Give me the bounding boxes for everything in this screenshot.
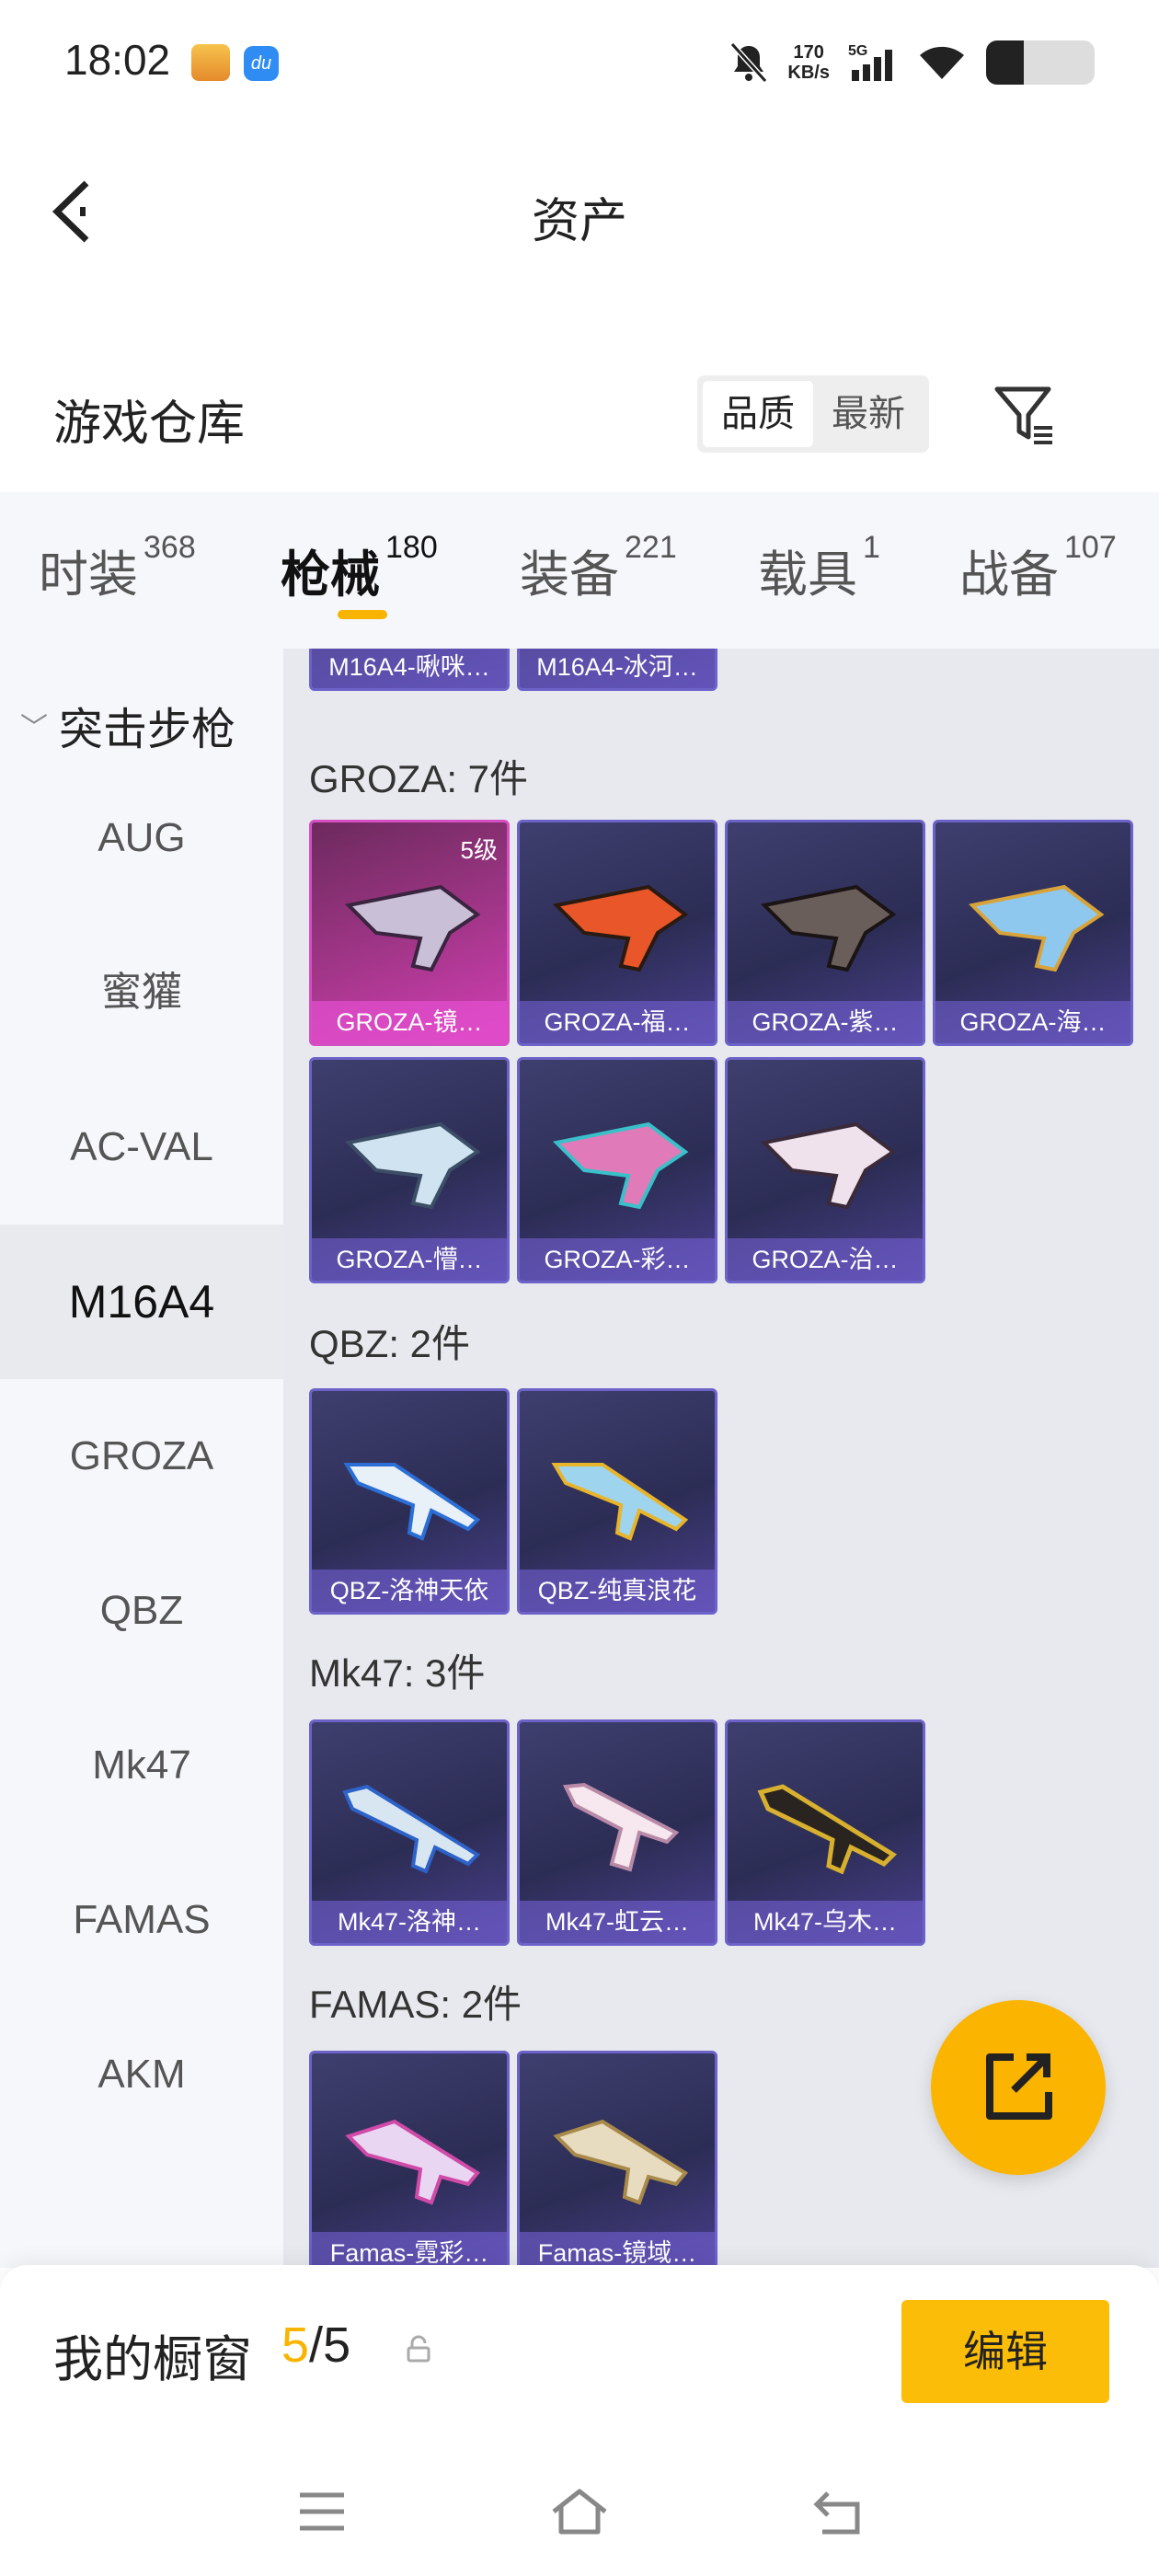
sort-newest-option[interactable]: 最新 (813, 381, 924, 447)
sidebar-item-ac-val[interactable]: AC-VAL (0, 1070, 283, 1225)
weapon-sidebar: ﹀ 突击步枪 AUG 蜜獾 AC-VAL M16A4 GROZA QBZ Mk4… (0, 649, 283, 2268)
section-title-groza: GROZA: 7件 (309, 757, 529, 800)
section-title-famas: FAMAS: 2件 (309, 1983, 522, 2026)
back-icon[interactable] (809, 2486, 868, 2537)
wifi-icon (920, 46, 964, 79)
gun-image (345, 2119, 481, 2205)
showcase-count: 5/5 (281, 2317, 351, 2373)
status-indicators: 170 KB/s 5G (729, 37, 1095, 88)
sort-toggle: 品质 最新 (697, 375, 929, 453)
sidebar-item-qbz[interactable]: QBZ (0, 1534, 283, 1688)
weapon-card[interactable]: Mk47-乌木… (725, 1719, 925, 1946)
sidebar-item-famas[interactable]: FAMAS (0, 1843, 283, 1997)
weapon-name: Famas-霓彩… (312, 2232, 507, 2268)
weapon-card[interactable]: GROZA-彩… (517, 1057, 717, 1283)
weapon-card[interactable]: Famas-镜域… (517, 2051, 717, 2268)
sidebar-item-akm[interactable]: AKM (0, 1997, 283, 2152)
gun-image (553, 2119, 689, 2205)
gun-image (757, 1784, 898, 1875)
tab-equipment[interactable]: 装备 221 (520, 530, 677, 606)
weapon-card[interactable]: 5级 GROZA-镜… (309, 820, 510, 1046)
gun-image (562, 1782, 680, 1872)
edit-button[interactable]: 编辑 (901, 2300, 1109, 2403)
weapon-name: M16A4-啾咪… (312, 649, 507, 688)
weapon-card[interactable]: GROZA-紫… (725, 820, 925, 1046)
weapon-card[interactable]: GROZA-治… (725, 1057, 925, 1283)
showcase-bar: 我的橱窗 5/5 编辑 (0, 2265, 1159, 2449)
weapon-card[interactable]: Famas-霓彩… (309, 2051, 510, 2268)
menu-icon[interactable] (294, 2486, 350, 2537)
weapon-card[interactable]: M16A4-冰河… (517, 649, 717, 691)
system-nav-bar (0, 2449, 1159, 2576)
sidebar-item-m16a4[interactable]: M16A4 (0, 1225, 283, 1379)
weapon-name: GROZA-紫… (728, 1001, 923, 1043)
share-icon (986, 2053, 1052, 2120)
filter-icon[interactable] (992, 382, 1058, 448)
svg-text:5G: 5G (848, 43, 867, 59)
status-time: 18:02 (64, 36, 171, 84)
signal-icon: 5G (848, 43, 892, 81)
weapon-card[interactable]: Mk47-洛神… (309, 1719, 510, 1946)
weapon-card[interactable]: GROZA-海… (933, 820, 1133, 1046)
active-tab-indicator (338, 610, 387, 619)
weapon-name: M16A4-冰河… (520, 649, 715, 688)
du-app-icon: du (244, 46, 279, 81)
tab-firearms[interactable]: 枪械 180 (281, 530, 438, 606)
weapon-name: GROZA-懵… (312, 1238, 507, 1281)
weapon-name: Mk47-乌木… (728, 1901, 923, 1943)
gun-image (552, 1121, 689, 1210)
weapon-name: GROZA-海… (935, 1001, 1130, 1043)
category-assault-rifle[interactable]: ﹀ 突击步枪 (20, 693, 235, 757)
weapon-name: QBZ-洛神天依 (312, 1570, 507, 1612)
network-speed: 170 KB/s (787, 42, 830, 83)
battery-icon (986, 40, 1095, 85)
weapon-card[interactable]: QBZ-洛神天依 (309, 1388, 510, 1615)
weapon-name: GROZA-镜… (312, 1001, 507, 1043)
weapon-name: GROZA-治… (728, 1238, 923, 1281)
gun-image (968, 884, 1105, 972)
gun-image (552, 884, 689, 972)
weapon-name: Mk47-洛神… (312, 1901, 507, 1943)
share-button[interactable] (931, 2000, 1106, 2175)
page-title: 资产 (531, 195, 627, 248)
gun-image (760, 1121, 897, 1210)
mute-bell-icon (730, 41, 768, 84)
gun-image (551, 1463, 689, 1541)
gun-image (760, 884, 897, 972)
sort-quality-option[interactable]: 品质 (703, 381, 813, 447)
weapon-name: GROZA-福… (520, 1001, 715, 1043)
weapon-card[interactable]: Mk47-虹云… (517, 1719, 717, 1946)
level-badge: 5级 (460, 836, 498, 864)
category-tabs: 时装 368 枪械 180 装备 221 载具 1 战备 107 (0, 492, 1159, 649)
lock-icon (407, 2335, 430, 2363)
warehouse-title: 游戏仓库 (53, 397, 246, 451)
sidebar-item-aug[interactable]: AUG (0, 761, 283, 915)
status-bar: 18:02 du 170 KB/s 5G (0, 0, 1159, 120)
weapon-name: Famas-镜域… (520, 2232, 715, 2268)
sidebar-item-honey-badger[interactable]: 蜜獾 (0, 915, 283, 1070)
gun-image (344, 1121, 481, 1210)
tab-fashion[interactable]: 时装 368 (39, 530, 196, 606)
weapon-card[interactable]: GROZA-懵… (309, 1057, 510, 1283)
chevron-down-icon: ﹀ (20, 713, 48, 743)
section-title-qbz: QBZ: 2件 (309, 1322, 471, 1365)
gun-image (343, 1463, 481, 1541)
tab-combat-gear[interactable]: 战备 107 (959, 530, 1117, 606)
gun-image (344, 884, 481, 972)
weapon-name: QBZ-纯真浪花 (520, 1570, 715, 1612)
app-notification-icon (191, 44, 230, 81)
showcase-label: 我的橱窗 (53, 2332, 252, 2387)
tab-vehicles[interactable]: 载具 1 (758, 530, 880, 606)
weapon-card[interactable]: GROZA-福… (517, 820, 717, 1046)
section-title-mk47: Mk47: 3件 (309, 1651, 486, 1695)
sidebar-item-groza[interactable]: GROZA (0, 1379, 283, 1534)
gun-image (342, 1784, 481, 1874)
weapon-card[interactable]: M16A4-啾咪… (309, 649, 510, 691)
weapon-name: Mk47-虹云… (520, 1901, 715, 1943)
weapon-name: GROZA-彩… (520, 1238, 715, 1281)
sidebar-item-mk47[interactable]: Mk47 (0, 1688, 283, 1843)
home-icon[interactable] (548, 2486, 611, 2537)
weapon-card[interactable]: QBZ-纯真浪花 (517, 1388, 717, 1615)
